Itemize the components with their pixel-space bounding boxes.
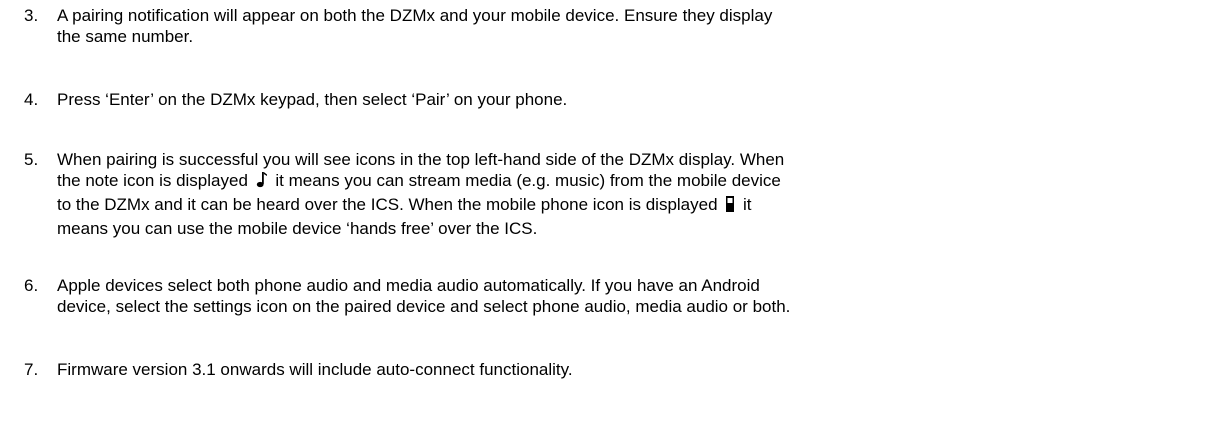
step-line: Firmware version 3.1 onwards will includ… — [57, 360, 573, 379]
step-line: to the DZMx and it can be heard over the… — [57, 194, 1197, 218]
step-line: Apple devices select both phone audio an… — [57, 276, 760, 295]
step-line: the note icon is displayed it means you … — [57, 170, 1197, 194]
step-text: Firmware version 3.1 onwards will includ… — [57, 359, 1197, 380]
step-line-fragment: the note icon is displayed — [57, 171, 248, 190]
step-number: 7. — [24, 360, 39, 379]
step-line: When pairing is successful you will see … — [57, 150, 785, 169]
step-number: 3. — [24, 6, 39, 25]
step-line-fragment: it — [743, 195, 752, 214]
step-number: 4. — [24, 90, 39, 109]
step-line: A pairing notification will appear on bo… — [57, 6, 773, 25]
step-number: 6. — [24, 276, 39, 295]
step-line: device, select the settings icon on the … — [57, 297, 791, 316]
step-line: Press ‘Enter’ on the DZMx keypad, then s… — [57, 90, 568, 109]
step-text: Press ‘Enter’ on the DZMx keypad, then s… — [57, 89, 1197, 110]
step-text: A pairing notification will appear on bo… — [57, 5, 1197, 47]
mobile-phone-icon — [725, 195, 735, 218]
step-line-fragment: to the DZMx and it can be heard over the… — [57, 195, 718, 214]
step-number: 5. — [24, 150, 39, 169]
step-line: the same number. — [57, 27, 194, 46]
step-line-fragment: it means you can stream media (e.g. musi… — [275, 171, 781, 190]
music-note-icon — [256, 171, 268, 194]
step-text: Apple devices select both phone audio an… — [57, 275, 1197, 317]
step-line: means you can use the mobile device ‘han… — [57, 219, 538, 238]
step-text: When pairing is successful you will see … — [57, 149, 1197, 239]
